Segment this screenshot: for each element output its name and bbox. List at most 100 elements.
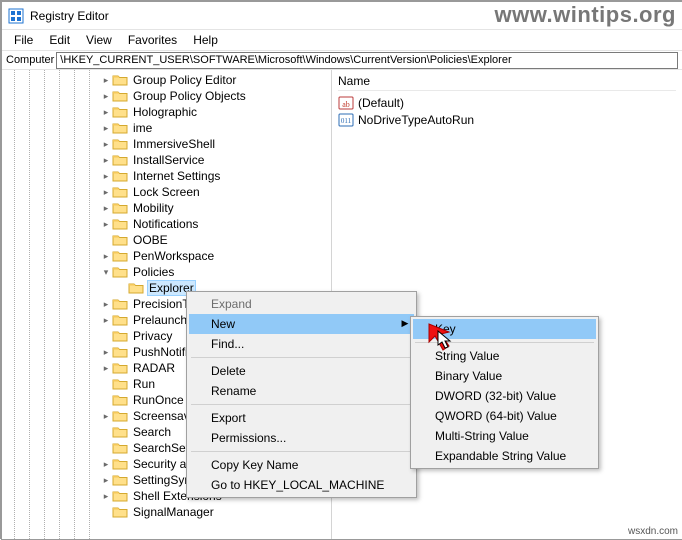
column-name[interactable]: Name: [338, 74, 410, 88]
expand-toggle-icon[interactable]: ▸: [100, 299, 112, 310]
context-menu: ExpandNew▶Find... DeleteRename ExportPermi…: [186, 291, 417, 498]
expand-toggle-icon[interactable]: ▸: [100, 219, 112, 230]
menu-item[interactable]: Rename: [189, 381, 414, 401]
folder-icon: [128, 281, 144, 295]
expand-toggle-icon[interactable]: ▸: [100, 91, 112, 102]
folder-icon: [112, 297, 128, 311]
menu-item[interactable]: Delete: [189, 361, 414, 381]
tree-item-label[interactable]: PenWorkspace: [131, 249, 216, 263]
menu-item[interactable]: DWORD (32-bit) Value: [413, 386, 596, 406]
expand-toggle-icon[interactable]: ▸: [100, 139, 112, 150]
expand-toggle-icon[interactable]: ▸: [100, 363, 112, 374]
tree-item-label[interactable]: Notifications: [131, 217, 200, 231]
tree-item-label[interactable]: Internet Settings: [131, 169, 222, 183]
string-value-icon: ab: [338, 95, 354, 111]
expand-toggle-icon[interactable]: ▸: [100, 75, 112, 86]
svg-text:011: 011: [341, 117, 352, 125]
address-label: Computer: [6, 54, 54, 66]
menu-bar: File Edit View Favorites Help: [2, 30, 682, 50]
tree-item[interactable]: ▸ Notifications: [4, 216, 331, 232]
menu-favorites[interactable]: Favorites: [120, 31, 185, 49]
tree-item[interactable]: ▸ Group Policy Objects: [4, 88, 331, 104]
expand-toggle-icon[interactable]: ▾: [100, 267, 112, 278]
tree-item-label[interactable]: Lock Screen: [131, 185, 202, 199]
tree-item[interactable]: ▸ InstallService: [4, 152, 331, 168]
tree-item[interactable]: ▸ ime: [4, 120, 331, 136]
tree-item[interactable]: ▸ PenWorkspace: [4, 248, 331, 264]
menu-item[interactable]: Multi-String Value: [413, 426, 596, 446]
menu-item[interactable]: Binary Value: [413, 366, 596, 386]
menu-item[interactable]: Go to HKEY_LOCAL_MACHINE: [189, 475, 414, 495]
regedit-icon: [8, 8, 24, 24]
value-name: NoDriveTypeAutoRun: [358, 113, 474, 127]
tree-item[interactable]: ▸ Lock Screen: [4, 184, 331, 200]
menu-item[interactable]: Key: [413, 319, 596, 339]
menu-item[interactable]: QWORD (64-bit) Value: [413, 406, 596, 426]
folder-icon: [112, 265, 128, 279]
values-header[interactable]: Name: [338, 74, 676, 91]
expand-toggle-icon[interactable]: ▸: [100, 123, 112, 134]
expand-toggle-icon[interactable]: ▸: [100, 187, 112, 198]
menu-item[interactable]: Export: [189, 408, 414, 428]
folder-icon: [112, 89, 128, 103]
expand-toggle-icon[interactable]: ▸: [100, 251, 112, 262]
tree-item-label[interactable]: Search: [131, 425, 173, 439]
tree-item-label[interactable]: Prelaunch: [131, 313, 189, 327]
tree-item-label[interactable]: OOBE: [131, 233, 170, 247]
tree-item[interactable]: ▸ Mobility: [4, 200, 331, 216]
expand-toggle-icon[interactable]: ▸: [100, 107, 112, 118]
tree-item-label[interactable]: Group Policy Objects: [131, 89, 248, 103]
menu-help[interactable]: Help: [185, 31, 226, 49]
folder-icon: [112, 313, 128, 327]
folder-icon: [112, 105, 128, 119]
address-input[interactable]: [56, 52, 678, 69]
menu-item[interactable]: String Value: [413, 346, 596, 366]
tree-item[interactable]: ▸ Group Policy Editor: [4, 72, 331, 88]
expand-toggle-icon[interactable]: ▸: [100, 459, 112, 470]
expand-toggle-icon[interactable]: ▸: [100, 411, 112, 422]
tree-item[interactable]: OOBE: [4, 232, 331, 248]
tree-item-label[interactable]: RADAR: [131, 361, 177, 375]
expand-toggle-icon[interactable]: ▸: [100, 475, 112, 486]
tree-item-label[interactable]: Privacy: [131, 329, 174, 343]
menu-item[interactable]: Permissions...: [189, 428, 414, 448]
menu-edit[interactable]: Edit: [41, 31, 78, 49]
menu-item[interactable]: Copy Key Name: [189, 455, 414, 475]
expand-toggle-icon[interactable]: ▸: [100, 347, 112, 358]
tree-item-label[interactable]: SignalManager: [131, 505, 216, 519]
folder-icon: [112, 201, 128, 215]
tree-item[interactable]: ▸ Holographic: [4, 104, 331, 120]
tree-item[interactable]: SignalManager: [4, 504, 331, 520]
tree-item[interactable]: ▸ Internet Settings: [4, 168, 331, 184]
menu-view[interactable]: View: [78, 31, 120, 49]
folder-icon: [112, 249, 128, 263]
menu-item[interactable]: Find...: [189, 334, 414, 354]
value-row[interactable]: 011 NoDriveTypeAutoRun: [338, 111, 676, 128]
tree-item-label[interactable]: Policies: [131, 265, 176, 279]
tree-item-label[interactable]: Group Policy Editor: [131, 73, 238, 87]
tree-item-label[interactable]: ime: [131, 121, 154, 135]
tree-item-label[interactable]: InstallService: [131, 153, 206, 167]
tree-item[interactable]: ▸ ImmersiveShell: [4, 136, 331, 152]
menu-item[interactable]: Expandable String Value: [413, 446, 596, 466]
expand-toggle-icon[interactable]: ▸: [100, 491, 112, 502]
expand-toggle-icon[interactable]: ▸: [100, 171, 112, 182]
folder-icon: [112, 473, 128, 487]
menu-item: Expand: [189, 294, 414, 314]
expand-toggle-icon[interactable]: ▸: [100, 203, 112, 214]
expand-toggle-icon[interactable]: ▸: [100, 155, 112, 166]
tree-item-label[interactable]: RunOnce: [131, 393, 186, 407]
folder-icon: [112, 361, 128, 375]
tree-item-label[interactable]: Mobility: [131, 201, 176, 215]
folder-icon: [112, 377, 128, 391]
expand-toggle-icon[interactable]: ▸: [100, 315, 112, 326]
tree-item-label[interactable]: ImmersiveShell: [131, 137, 217, 151]
value-row[interactable]: ab(Default): [338, 94, 676, 111]
menu-item[interactable]: New▶: [189, 314, 414, 334]
menu-separator: [415, 342, 594, 343]
menu-separator: [191, 357, 412, 358]
menu-file[interactable]: File: [6, 31, 41, 49]
tree-item[interactable]: ▾ Policies: [4, 264, 331, 280]
tree-item-label[interactable]: Holographic: [131, 105, 199, 119]
tree-item-label[interactable]: Run: [131, 377, 157, 391]
